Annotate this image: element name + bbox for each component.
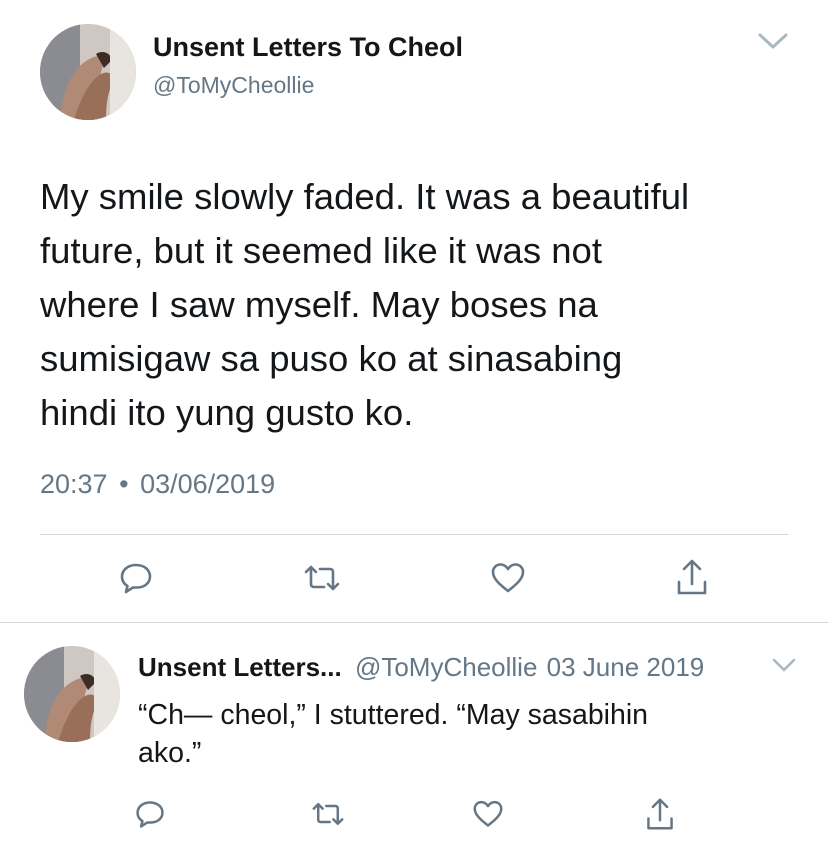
avatar[interactable] — [40, 24, 136, 120]
like-icon[interactable] — [472, 799, 504, 829]
divider — [40, 534, 788, 535]
tweet-text-line: future, but it seemed like it was not — [40, 230, 602, 271]
tweet-text-line: where I saw myself. May boses na — [40, 284, 598, 325]
retweet-icon[interactable] — [310, 798, 346, 830]
tweet-time: 20:37 — [40, 469, 108, 499]
tweet-text-line: hindi ito yung gusto ko. — [40, 392, 414, 433]
tweet-text-line: sumisigaw sa puso ko at sinasabing — [40, 338, 623, 379]
handle[interactable]: @ToMyCheollie — [355, 652, 537, 682]
share-icon[interactable] — [644, 795, 676, 833]
avatar-photo — [24, 646, 120, 742]
tweet-text-line: My smile slowly faded. It was a beautifu… — [40, 176, 690, 217]
tweet-date[interactable]: 03 June 2019 — [547, 652, 705, 682]
display-name[interactable]: Unsent Letters... — [138, 652, 342, 682]
tweet-text: “Ch— cheol,” I stuttered. “May sasabihin… — [138, 696, 818, 772]
chevron-down-icon[interactable] — [770, 654, 798, 676]
timestamp-separator: • — [119, 469, 129, 499]
section-divider — [0, 622, 828, 623]
share-icon[interactable] — [674, 556, 710, 598]
avatar-photo — [40, 24, 136, 120]
avatar[interactable] — [24, 646, 120, 742]
reply-icon[interactable] — [134, 798, 166, 830]
tweet-timestamp[interactable]: 20:37 • 03/06/2019 — [40, 466, 275, 502]
like-icon[interactable] — [490, 561, 526, 595]
chevron-down-icon[interactable] — [755, 28, 791, 54]
tweet-text: My smile slowly faded. It was a beautifu… — [40, 170, 810, 440]
tweet-text-line: ako.” — [138, 737, 202, 769]
display-name[interactable]: Unsent Letters To Cheol — [153, 30, 463, 64]
tweet-date: 03/06/2019 — [140, 469, 276, 499]
reply-icon[interactable] — [118, 560, 154, 596]
handle[interactable]: @ToMyCheollie — [153, 70, 314, 100]
tweet-text-line: “Ch— cheol,” I stuttered. “May sasabihin — [138, 699, 649, 731]
reply-header: Unsent Letters... @ToMyCheollie 03 June … — [138, 650, 704, 684]
retweet-icon[interactable] — [302, 560, 342, 596]
